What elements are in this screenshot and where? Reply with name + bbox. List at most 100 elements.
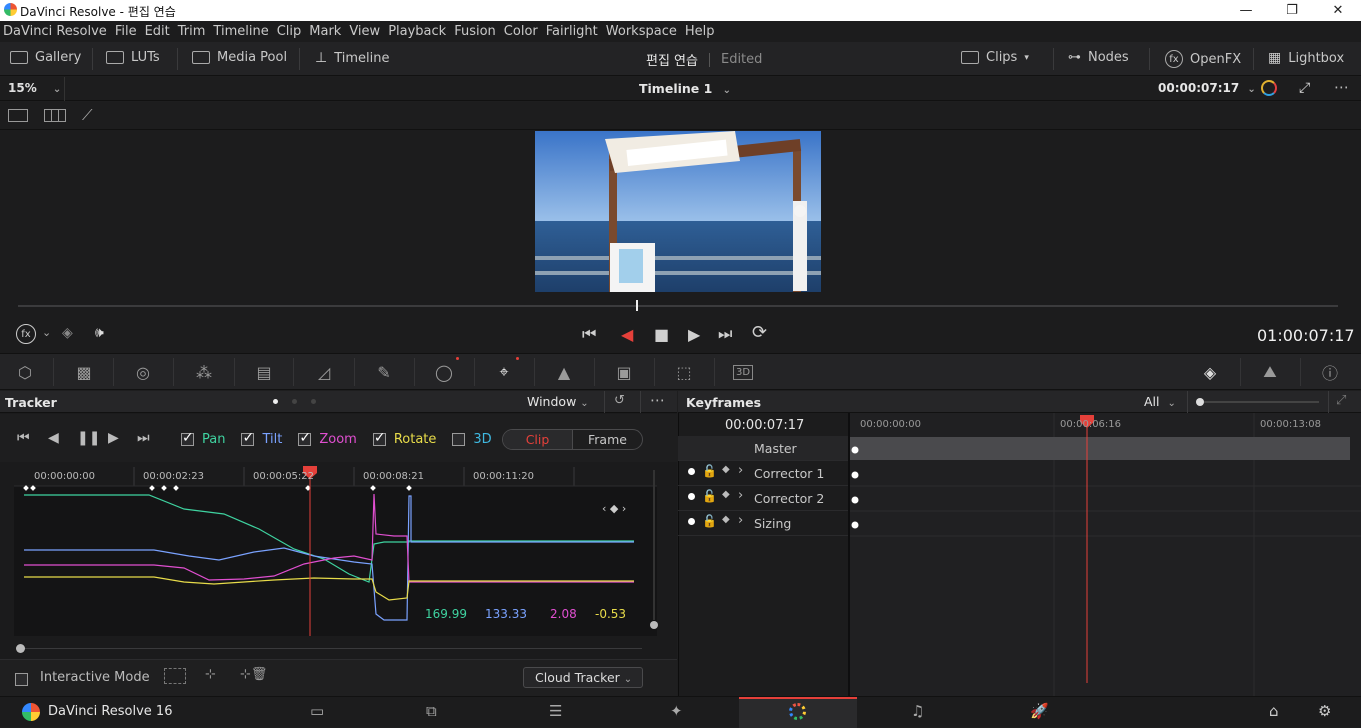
scrubber-playhead[interactable] <box>636 300 638 311</box>
graph-scroll-track[interactable] <box>18 648 642 649</box>
tracker-icon[interactable]: ⌖ <box>493 362 515 382</box>
menu-color[interactable]: Color <box>504 24 538 39</box>
menu-fairlight[interactable]: Fairlight <box>546 24 598 39</box>
menu-clip[interactable]: Clip <box>277 24 302 39</box>
rotate-checkbox[interactable] <box>372 430 386 446</box>
camera-raw-icon[interactable]: ⬡ <box>14 362 36 382</box>
keyframe-nav-icon[interactable]: ‹ ◆ › <box>602 502 626 515</box>
window-icon[interactable]: ◯ <box>433 362 455 382</box>
pan-checkbox[interactable] <box>181 430 194 446</box>
gallery-button[interactable]: Gallery <box>10 50 81 65</box>
fx-icon[interactable]: fx <box>16 324 36 344</box>
media-pool-button[interactable]: Media Pool <box>192 50 287 65</box>
page-dot[interactable] <box>292 399 297 404</box>
fairlight-page-icon[interactable]: ♫ <box>911 702 924 720</box>
enable-icon[interactable] <box>688 518 695 525</box>
chevron-right-icon[interactable]: › <box>738 513 743 528</box>
qualifier-icon[interactable]: ✎ <box>373 362 395 382</box>
magic-wand-icon[interactable]: ⟋ <box>82 106 93 124</box>
lightbox-button[interactable]: ▦ Lightbox <box>1268 50 1344 66</box>
track-backward-icon[interactable]: ◀ <box>48 430 59 446</box>
more-options-icon[interactable]: ⋯ <box>650 391 665 409</box>
enable-icon[interactable] <box>688 493 695 500</box>
lock-icon[interactable]: 🔓 <box>702 489 717 503</box>
key-icon[interactable]: ▣ <box>613 362 635 382</box>
skip-end-icon[interactable]: ⏭ <box>718 324 732 344</box>
scopes-icon[interactable]: ⛰ <box>1259 362 1281 382</box>
maximize-icon[interactable]: ❐ <box>1269 0 1315 21</box>
track-forward-icon[interactable]: ▶ <box>108 430 119 446</box>
keyframes-icon[interactable]: ◈ <box>1199 362 1221 382</box>
viewer-timecode[interactable]: 00:00:07:17 ⌄ <box>1158 81 1256 95</box>
enable-icon[interactable] <box>688 468 695 475</box>
menu-trim[interactable]: Trim <box>178 24 206 39</box>
clip-toggle[interactable]: Clip <box>503 430 573 449</box>
menu-timeline[interactable]: Timeline <box>213 24 268 39</box>
menu-edit[interactable]: Edit <box>145 24 170 39</box>
volume-icon[interactable]: 🕪 <box>95 325 104 341</box>
menu-davinci[interactable]: DaVinci Resolve <box>3 24 107 39</box>
fusion-page-icon[interactable]: ✦ <box>670 702 683 720</box>
menu-file[interactable]: File <box>115 24 137 39</box>
3d-checkbox[interactable] <box>452 433 466 446</box>
page-dot[interactable] <box>273 399 278 404</box>
play-reverse-icon[interactable]: ◀ <box>621 325 633 344</box>
loop-icon[interactable]: ⟳ <box>752 322 767 343</box>
delete-point-icon[interactable]: ⊹🗑 <box>240 667 267 682</box>
viewer-image[interactable] <box>535 131 821 292</box>
more-options-icon[interactable]: ⋯ <box>1334 78 1349 96</box>
menu-help[interactable]: Help <box>685 24 715 39</box>
media-page-icon[interactable]: ▭ <box>310 702 324 720</box>
pause-icon[interactable]: ❚❚ <box>77 430 100 446</box>
layers-icon[interactable]: ◈ <box>62 325 73 341</box>
nodes-button[interactable]: ⊶ Nodes <box>1068 50 1129 65</box>
graph-zoom-handle[interactable] <box>650 621 658 629</box>
page-dot[interactable] <box>311 399 316 404</box>
chevron-right-icon[interactable]: › <box>738 463 743 478</box>
cut-page-icon[interactable]: ⧉ <box>426 702 437 720</box>
tilt-checkbox[interactable] <box>241 430 255 446</box>
color-wheels-icon[interactable]: ◎ <box>132 362 154 382</box>
lock-icon[interactable]: 🔓 <box>702 514 717 528</box>
zoom-select[interactable]: 15% ⌄ <box>8 81 61 95</box>
menu-playback[interactable]: Playback <box>388 24 446 39</box>
home-icon[interactable]: ⌂ <box>1269 702 1279 720</box>
insert-point-icon[interactable] <box>164 668 186 684</box>
chevron-down-icon[interactable]: ⌄ <box>42 326 51 339</box>
deliver-page-icon[interactable]: 🚀 <box>1030 702 1049 720</box>
fullscreen-icon[interactable]: ⤢ <box>1299 80 1310 96</box>
color-match-icon[interactable]: ▩ <box>73 362 95 382</box>
timeline-select[interactable]: Timeline 1 ⌄ <box>639 81 731 96</box>
zoom-checkbox[interactable] <box>298 430 312 446</box>
kf-row-master[interactable]: Master <box>678 436 848 461</box>
menu-mark[interactable]: Mark <box>309 24 341 39</box>
track-to-start-icon[interactable]: ⏮ <box>17 430 30 446</box>
graph-zoom-slider[interactable] <box>653 470 655 620</box>
track-to-end-icon[interactable]: ⏭ <box>137 430 150 446</box>
kf-row-corrector-2[interactable]: 🔓 ◆ › Corrector 2 <box>678 486 848 511</box>
luts-button[interactable]: LUTs <box>106 50 160 65</box>
menu-view[interactable]: View <box>349 24 380 39</box>
openfx-button[interactable]: fx OpenFX <box>1165 50 1241 68</box>
blur-icon[interactable]: ▲ <box>553 362 575 382</box>
stop-icon[interactable]: ■ <box>654 325 669 344</box>
split-viewer-icon[interactable] <box>44 109 66 122</box>
curves-icon[interactable]: ◿ <box>313 362 335 382</box>
sizing-icon[interactable]: ⬚ <box>673 362 695 382</box>
cloud-tracker-select[interactable]: Cloud Tracker ⌄ <box>523 667 643 688</box>
interactive-mode-checkbox[interactable] <box>15 673 28 686</box>
edit-page-icon[interactable]: ☰ <box>549 702 562 720</box>
keyframes-filter-select[interactable]: All ⌄ <box>1144 394 1176 409</box>
zoom-slider-track[interactable] <box>1204 401 1319 403</box>
close-icon[interactable]: ✕ <box>1315 0 1361 21</box>
keyframe-diamond-icon[interactable]: ◆ <box>722 489 730 500</box>
frame-toggle[interactable]: Frame <box>573 430 642 449</box>
kf-row-corrector-1[interactable]: 🔓 ◆ › Corrector 1 <box>678 461 848 486</box>
color-wheel-icon[interactable] <box>1261 80 1277 96</box>
minimize-icon[interactable]: — <box>1223 0 1269 21</box>
menu-fusion[interactable]: Fusion <box>454 24 496 39</box>
expand-icon[interactable]: ⤢ <box>1336 393 1346 408</box>
motion-effects-icon[interactable]: ▤ <box>253 362 275 382</box>
info-icon[interactable]: ⓘ <box>1319 362 1341 383</box>
graph-scroll-handle[interactable] <box>16 644 25 653</box>
